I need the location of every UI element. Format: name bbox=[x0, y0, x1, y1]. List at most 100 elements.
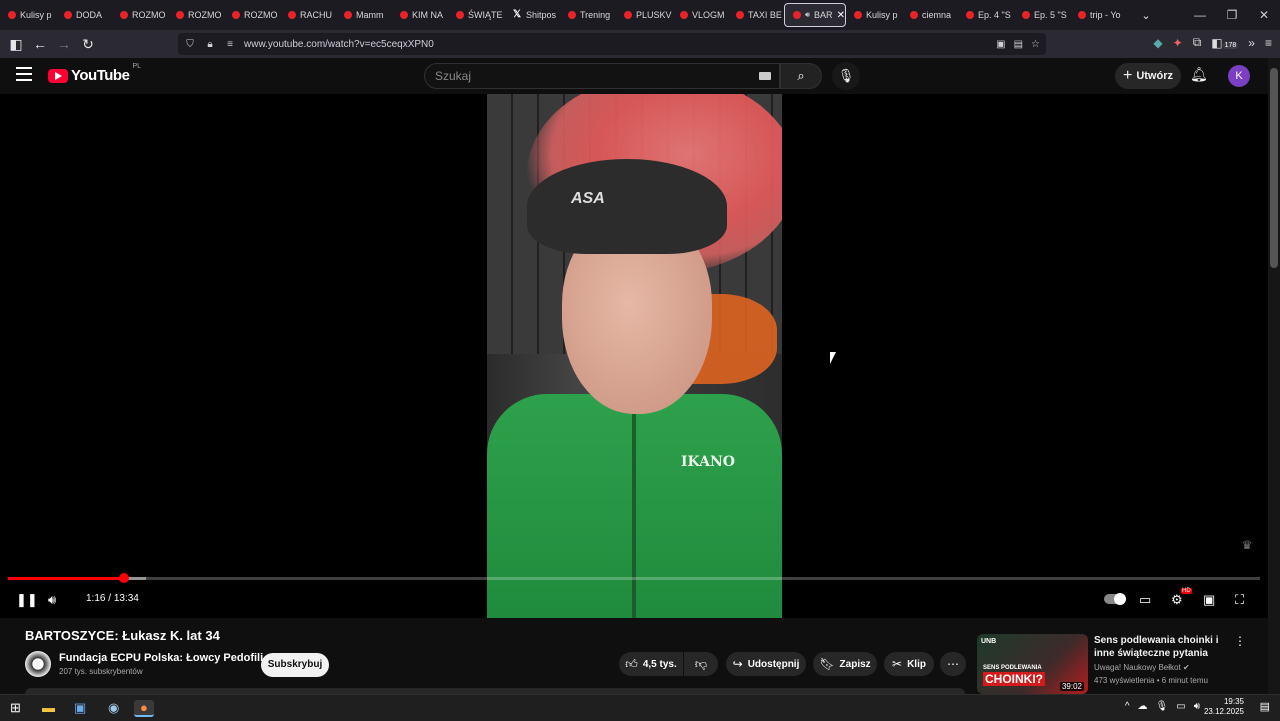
create-button[interactable]: + Utwórz bbox=[1115, 63, 1181, 89]
browser-tab[interactable]: VLOGM bbox=[672, 3, 728, 27]
overflow-chevron-icon[interactable]: » bbox=[1248, 36, 1255, 50]
save-button[interactable]: 🔖︎ Zapisz bbox=[813, 652, 877, 676]
extension-icon[interactable]: ✦ bbox=[1173, 36, 1183, 50]
page-scrollbar[interactable] bbox=[1268, 58, 1280, 698]
subtitles-icon[interactable]: ▭ bbox=[1139, 592, 1151, 608]
clip-label: Klip bbox=[907, 658, 926, 670]
dislike-button[interactable]: 👎︎ bbox=[684, 652, 718, 676]
tab-label: Shitpos bbox=[526, 10, 557, 20]
extensions-puzzle-icon[interactable]: ⧉ bbox=[1193, 35, 1202, 50]
settings-gear-icon[interactable]: ⚙ bbox=[1171, 592, 1183, 608]
recommendation-title[interactable]: Sens podlewania choinki i inne świąteczn… bbox=[1094, 634, 1226, 660]
reader-view-icon[interactable]: ▤ bbox=[1014, 39, 1023, 50]
browser-tab[interactable]: ROZMO bbox=[168, 3, 224, 27]
notification-center-icon[interactable]: ▤ bbox=[1260, 700, 1270, 713]
recommendation-meta: 473 wyświetlenia • 6 minut temu bbox=[1094, 676, 1208, 685]
onedrive-icon[interactable]: ☁ bbox=[1138, 701, 1148, 712]
minimize-button[interactable]: — bbox=[1184, 8, 1216, 22]
volume-icon[interactable]: 🔊︎ bbox=[48, 592, 56, 608]
channel-avatar[interactable] bbox=[25, 651, 51, 677]
picture-in-picture-icon[interactable]: ▣ bbox=[996, 39, 1005, 50]
channel-watermark-icon[interactable]: ♛ bbox=[1236, 538, 1258, 556]
vpn-extension-icon[interactable]: ◆ bbox=[1153, 36, 1162, 50]
tab-list-chevron-icon[interactable]: ⌄ bbox=[1134, 9, 1158, 22]
youtube-icon bbox=[1078, 11, 1086, 19]
pause-icon[interactable]: ❚❚ bbox=[16, 592, 38, 608]
browser-tab[interactable]: ROZMO bbox=[224, 3, 280, 27]
autoplay-toggle[interactable] bbox=[1104, 593, 1126, 605]
reload-button[interactable]: ↻ bbox=[76, 36, 100, 53]
close-window-button[interactable]: ✕ bbox=[1248, 8, 1280, 22]
back-button[interactable]: ← bbox=[28, 36, 52, 52]
browser-tab[interactable]: Mamm bbox=[336, 3, 392, 27]
hamburger-menu-icon[interactable] bbox=[16, 67, 32, 81]
keyboard-icon[interactable] bbox=[759, 72, 771, 80]
channel-name[interactable]: Fundacja ECPU Polska: Łowcy Pedofili bbox=[59, 652, 263, 664]
share-button[interactable]: ↪ Udostępnij bbox=[726, 652, 806, 676]
browser-tab[interactable]: TAXI BE bbox=[728, 3, 784, 27]
speaker-icon[interactable]: 🔊︎ bbox=[805, 10, 810, 20]
like-button[interactable]: 👍︎ 4,5 tys. bbox=[619, 652, 683, 676]
browser-tab[interactable]: Kulisy p bbox=[0, 3, 56, 27]
browser-tab[interactable]: DODA bbox=[56, 3, 112, 27]
ublock-icon[interactable]: ◧ 178 bbox=[1211, 36, 1239, 50]
browser-tab[interactable]: Ep. 5 "S bbox=[1014, 3, 1070, 27]
recommendation-channel[interactable]: Uwaga! Naukowy Bełkot ✔ bbox=[1094, 663, 1190, 672]
clip-button[interactable]: ✂ Klip bbox=[884, 652, 934, 676]
desktop-app-icon[interactable]: ▣ bbox=[74, 700, 86, 716]
recommendation-thumbnail[interactable]: UNB SENS PODLEWANIA CHOINKI? 39:02 bbox=[977, 634, 1088, 694]
youtube-icon bbox=[736, 11, 744, 19]
more-actions-button[interactable]: ⋯ bbox=[940, 652, 966, 676]
browser-tab[interactable]: ciemna bbox=[902, 3, 958, 27]
tracking-shield-icon[interactable]: ⛉ bbox=[182, 39, 198, 50]
tray-chevron-icon[interactable]: ^ bbox=[1125, 701, 1130, 712]
browser-tab[interactable]: KIM NA bbox=[392, 3, 448, 27]
browser-tab[interactable]: PLUSKV bbox=[616, 3, 672, 27]
youtube-wordmark: YouTube bbox=[71, 67, 130, 84]
browser-tab[interactable]: ŚWIĄTE bbox=[448, 3, 504, 27]
taskbar-clock[interactable]: 19:35 23.12.2025 bbox=[1204, 697, 1244, 717]
fullscreen-icon[interactable]: ⛶ bbox=[1235, 592, 1244, 608]
browser-tab[interactable]: ROZMO bbox=[112, 3, 168, 27]
file-explorer-icon[interactable]: ▬ bbox=[42, 700, 55, 715]
browser-tab[interactable]: Ep. 4 "S bbox=[958, 3, 1014, 27]
sidebar-toggle-icon[interactable]: ◧ bbox=[4, 36, 28, 53]
voice-search-button[interactable]: 🎙︎ bbox=[832, 62, 860, 90]
tray-mic-icon[interactable]: 🎙︎ bbox=[1156, 701, 1169, 712]
subscribe-button[interactable]: Subskrybuj bbox=[261, 653, 329, 677]
browser-tab[interactable]: 𝕏 Shitpos bbox=[504, 3, 560, 27]
video-frame[interactable]: ASA IKANO bbox=[487, 94, 782, 618]
bookmark-star-icon[interactable]: ☆ bbox=[1031, 39, 1040, 50]
youtube-logo[interactable]: YouTube PL bbox=[48, 63, 141, 84]
url-text[interactable]: www.youtube.com/watch?v=ec5ceqxXPN0 bbox=[244, 39, 434, 50]
account-avatar[interactable]: K bbox=[1228, 65, 1250, 87]
search-button[interactable]: ⌕ bbox=[780, 63, 822, 89]
search-input[interactable]: Szukaj bbox=[424, 63, 780, 89]
permissions-icon[interactable]: ≡ bbox=[222, 39, 238, 50]
x-icon: 𝕏 bbox=[512, 9, 522, 20]
browser-tab[interactable]: Kulisy p bbox=[846, 3, 902, 27]
browser-tab[interactable]: trip - Yo bbox=[1070, 3, 1126, 27]
browser-tab[interactable]: 🔊︎ BAR ✕ bbox=[784, 3, 846, 27]
restore-button[interactable]: ❐ bbox=[1216, 8, 1248, 22]
progress-bar[interactable] bbox=[8, 573, 1260, 583]
close-tab-icon[interactable]: ✕ bbox=[837, 10, 845, 21]
tab-label: Mamm bbox=[356, 10, 384, 20]
forward-button[interactable]: → bbox=[52, 36, 76, 52]
lock-icon[interactable]: 🔒︎ bbox=[202, 39, 218, 50]
notifications-bell-icon[interactable]: 🔔︎ bbox=[1190, 66, 1208, 83]
windows-start-icon[interactable]: ⊞ bbox=[10, 700, 21, 716]
firefox-icon[interactable]: ● bbox=[134, 700, 154, 717]
miniplayer-icon[interactable]: ▣ bbox=[1203, 592, 1215, 608]
recommendation-more-icon[interactable]: ⋮ bbox=[1234, 634, 1246, 648]
app-menu-icon[interactable]: ≡ bbox=[1265, 36, 1272, 50]
browser-tab[interactable]: RACHU bbox=[280, 3, 336, 27]
video-player[interactable]: ASA IKANO ♛ bbox=[0, 94, 1268, 618]
speaker-icon[interactable]: 🔊︎ bbox=[1194, 701, 1200, 712]
tab-label: trip - Yo bbox=[1090, 10, 1121, 20]
browser-tab[interactable]: Trening bbox=[560, 3, 616, 27]
address-bar[interactable]: ⛉ 🔒︎ ≡ www.youtube.com/watch?v=ec5ceqxXP… bbox=[178, 33, 1046, 55]
steam-icon[interactable]: ◉ bbox=[108, 700, 119, 716]
network-icon[interactable]: ▭ bbox=[1176, 701, 1185, 712]
scrollbar-thumb[interactable] bbox=[1270, 68, 1278, 268]
